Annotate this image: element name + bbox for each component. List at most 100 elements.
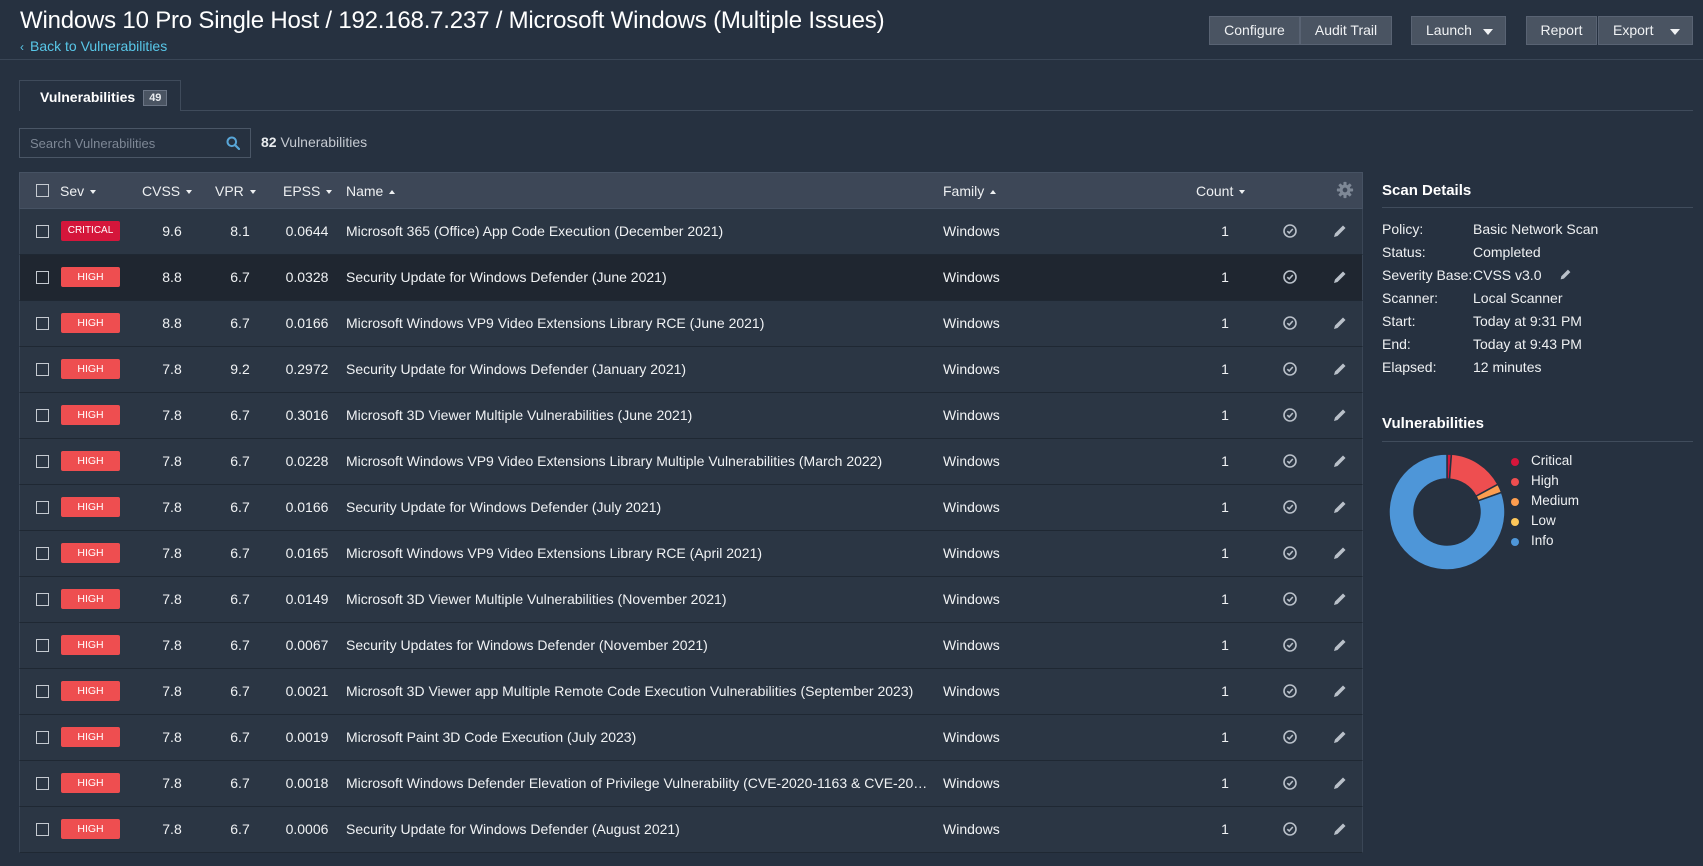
count-cell: 1 bbox=[1221, 729, 1229, 745]
row-checkbox[interactable] bbox=[36, 547, 49, 560]
export-dropdown-button[interactable]: Export bbox=[1598, 16, 1693, 45]
severity-badge: HIGH bbox=[61, 497, 120, 517]
snooze-icon[interactable] bbox=[1282, 591, 1298, 607]
table-row[interactable]: HIGH 7.8 6.7 0.0019 Microsoft Paint 3D Code … bbox=[19, 715, 1363, 761]
pencil-icon[interactable] bbox=[1332, 453, 1348, 469]
snooze-icon[interactable] bbox=[1282, 315, 1298, 331]
pencil-icon[interactable] bbox=[1332, 637, 1348, 653]
pencil-icon[interactable] bbox=[1559, 268, 1572, 281]
row-checkbox[interactable] bbox=[36, 501, 49, 514]
table-row[interactable]: HIGH 7.8 6.7 0.0228 Microsoft Windows VP9 Vi… bbox=[19, 439, 1363, 485]
row-checkbox[interactable] bbox=[36, 823, 49, 836]
epss-cell: 0.0228 bbox=[285, 453, 329, 469]
snooze-icon[interactable] bbox=[1282, 821, 1298, 837]
vulnerabilities-panel-title: Vulnerabilities bbox=[1382, 415, 1484, 432]
table-row[interactable]: HIGH 7.8 6.7 0.0166 Security Update for Wind… bbox=[19, 485, 1363, 531]
snooze-icon[interactable] bbox=[1282, 453, 1298, 469]
column-family-label: Family bbox=[943, 183, 985, 199]
legend-item-medium[interactable]: Medium bbox=[1511, 493, 1579, 508]
family-cell: Windows bbox=[943, 821, 1000, 837]
snooze-icon[interactable] bbox=[1282, 729, 1298, 745]
severity-badge: HIGH bbox=[61, 451, 120, 471]
row-checkbox[interactable] bbox=[36, 363, 49, 376]
row-checkbox[interactable] bbox=[36, 639, 49, 652]
column-epss[interactable]: EPSS bbox=[283, 183, 333, 199]
table-row[interactable]: HIGH 8.8 6.7 0.0328 Security Update for Wind… bbox=[19, 255, 1363, 301]
snooze-icon[interactable] bbox=[1282, 637, 1298, 653]
snooze-icon[interactable] bbox=[1282, 683, 1298, 699]
table-row[interactable]: HIGH 7.8 6.7 0.0006 Security Update for Wind… bbox=[19, 807, 1363, 853]
pencil-icon[interactable] bbox=[1332, 499, 1348, 515]
vulnerability-name: Microsoft 3D Viewer app Multiple Remote … bbox=[346, 683, 914, 699]
pencil-icon[interactable] bbox=[1332, 591, 1348, 607]
configure-button[interactable]: Configure bbox=[1209, 16, 1300, 45]
gear-icon[interactable] bbox=[1336, 181, 1354, 199]
family-cell: Windows bbox=[943, 775, 1000, 791]
family-cell: Windows bbox=[943, 591, 1000, 607]
snooze-icon[interactable] bbox=[1282, 223, 1298, 239]
snooze-icon[interactable] bbox=[1282, 499, 1298, 515]
table-row[interactable]: HIGH 7.8 9.2 0.2972 Security Update for Wind… bbox=[19, 347, 1363, 393]
table-row[interactable]: HIGH 7.8 6.7 0.3016 Microsoft 3D Viewer Mult… bbox=[19, 393, 1363, 439]
row-checkbox[interactable] bbox=[36, 455, 49, 468]
table-row[interactable]: HIGH 7.8 6.7 0.0018 Microsoft Windows Defend… bbox=[19, 761, 1363, 807]
column-count[interactable]: Count bbox=[1196, 183, 1246, 199]
row-checkbox[interactable] bbox=[36, 685, 49, 698]
pencil-icon[interactable] bbox=[1332, 729, 1348, 745]
column-family[interactable]: Family bbox=[943, 183, 997, 199]
pencil-icon[interactable] bbox=[1332, 361, 1348, 377]
table-row[interactable]: HIGH 7.8 6.7 0.0165 Microsoft Windows VP9 Vi… bbox=[19, 531, 1363, 577]
pencil-icon[interactable] bbox=[1332, 269, 1348, 285]
search-input[interactable] bbox=[20, 129, 210, 157]
column-cvss[interactable]: CVSS bbox=[142, 183, 193, 199]
pencil-icon[interactable] bbox=[1332, 223, 1348, 239]
column-vpr[interactable]: VPR bbox=[215, 183, 256, 199]
pencil-icon[interactable] bbox=[1332, 821, 1348, 837]
legend-item-critical[interactable]: Critical bbox=[1511, 453, 1573, 468]
count-cell: 1 bbox=[1221, 315, 1229, 331]
page-header: Windows 10 Pro Single Host / 192.168.7.2… bbox=[0, 0, 1703, 60]
pencil-icon[interactable] bbox=[1332, 683, 1348, 699]
back-to-vulnerabilities-link[interactable]: ‹ Back to Vulnerabilities bbox=[20, 38, 167, 54]
table-row[interactable]: HIGH 7.8 6.7 0.0021 Microsoft 3D Viewer app … bbox=[19, 669, 1363, 715]
audit-trail-button[interactable]: Audit Trail bbox=[1300, 16, 1392, 45]
table-body: CRITICAL 9.6 8.1 0.0644 Microsoft 365 (Offic… bbox=[19, 209, 1363, 853]
legend-label: Critical bbox=[1531, 453, 1573, 468]
snooze-icon[interactable] bbox=[1282, 545, 1298, 561]
column-name[interactable]: Name bbox=[346, 183, 396, 199]
row-checkbox[interactable] bbox=[36, 593, 49, 606]
search-icon[interactable] bbox=[226, 136, 240, 150]
count-cell: 1 bbox=[1221, 407, 1229, 423]
column-cvss-label: CVSS bbox=[142, 183, 181, 199]
snooze-icon[interactable] bbox=[1282, 269, 1298, 285]
table-row[interactable]: HIGH 8.8 6.7 0.0166 Microsoft Windows VP9 Vi… bbox=[19, 301, 1363, 347]
row-checkbox[interactable] bbox=[36, 225, 49, 238]
severity-badge: HIGH bbox=[61, 635, 120, 655]
snooze-icon[interactable] bbox=[1282, 361, 1298, 377]
pencil-icon[interactable] bbox=[1332, 545, 1348, 561]
row-checkbox[interactable] bbox=[36, 271, 49, 284]
pencil-icon[interactable] bbox=[1332, 775, 1348, 791]
report-button[interactable]: Report bbox=[1526, 16, 1597, 45]
snooze-icon[interactable] bbox=[1282, 407, 1298, 423]
vulnerabilities-donut-chart[interactable] bbox=[1385, 450, 1509, 574]
pencil-icon[interactable] bbox=[1332, 407, 1348, 423]
table-row[interactable]: HIGH 7.8 6.7 0.0067 Security Updates for Win… bbox=[19, 623, 1363, 669]
row-checkbox[interactable] bbox=[36, 731, 49, 744]
table-row[interactable]: HIGH 7.8 6.7 0.0149 Microsoft 3D Viewer Mult… bbox=[19, 577, 1363, 623]
column-sev[interactable]: Sev bbox=[60, 183, 97, 199]
elapsed-label: Elapsed: bbox=[1382, 359, 1437, 375]
snooze-icon[interactable] bbox=[1282, 775, 1298, 791]
table-row[interactable]: CRITICAL 9.6 8.1 0.0644 Microsoft 365 (Offic… bbox=[19, 209, 1363, 255]
row-checkbox[interactable] bbox=[36, 777, 49, 790]
legend-item-info[interactable]: Info bbox=[1511, 533, 1554, 548]
family-cell: Windows bbox=[943, 223, 1000, 239]
tab-vulnerabilities[interactable]: Vulnerabilities 49 bbox=[19, 80, 181, 111]
legend-item-high[interactable]: High bbox=[1511, 473, 1559, 488]
row-checkbox[interactable] bbox=[36, 409, 49, 422]
legend-item-low[interactable]: Low bbox=[1511, 513, 1556, 528]
select-all-checkbox[interactable] bbox=[36, 184, 49, 197]
launch-dropdown-button[interactable]: Launch bbox=[1411, 16, 1506, 45]
row-checkbox[interactable] bbox=[36, 317, 49, 330]
pencil-icon[interactable] bbox=[1332, 315, 1348, 331]
